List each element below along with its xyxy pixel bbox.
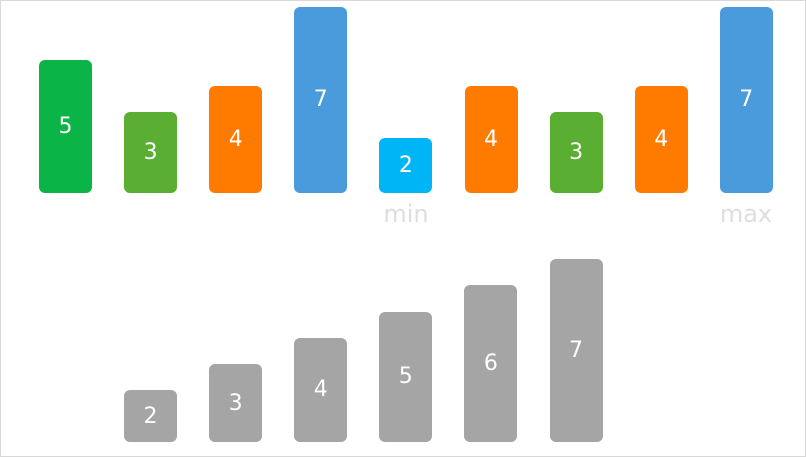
top-bar: 4 [209,85,263,193]
top-bar: 2 [379,138,433,193]
sorted-bar: 4 [294,337,348,442]
top-bar: 3 [549,112,603,193]
top-bar: 7 [719,6,773,193]
sorted-bar: 5 [379,311,433,442]
top-bar: 4 [634,85,688,193]
sorted-bar: 6 [464,285,518,442]
sorted-bar: 2 [124,390,177,442]
max-label: max [719,200,773,228]
top-bar: 5 [39,59,92,193]
sorted-bar: 7 [549,258,603,442]
sorted-bar: 3 [209,364,263,442]
min-label: min [383,200,429,228]
top-bar: 7 [294,6,348,193]
top-bar: 4 [464,85,518,193]
top-bar: 3 [124,112,178,193]
